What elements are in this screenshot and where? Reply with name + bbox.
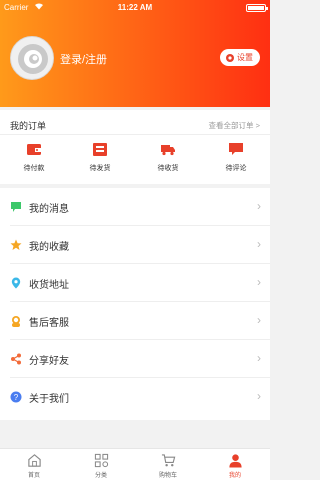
menu-item-label: 收货地址 <box>29 280 69 291</box>
battery-icon <box>246 4 268 12</box>
status-bar: Carrier 11:22 AM <box>0 0 270 14</box>
chevron-right-icon: › <box>257 389 261 403</box>
comment-icon <box>229 143 243 155</box>
menu-item-customer-service[interactable]: 售后客服 › <box>0 302 270 340</box>
tab-home[interactable]: 首页 <box>14 453 54 479</box>
orders-title: 我的订单 <box>10 121 47 131</box>
menu-item-label: 我的消息 <box>29 204 69 215</box>
login-register-link[interactable]: 登录/注册 <box>60 51 107 67</box>
cart-icon <box>161 454 175 467</box>
tab-category[interactable]: 分类 <box>81 453 121 479</box>
chevron-right-icon: › <box>257 275 261 289</box>
menu-item-label: 售后客服 <box>29 318 69 329</box>
status-time: 11:22 AM <box>117 3 153 12</box>
question-icon: ? <box>10 391 22 403</box>
menu-item-label: 我的收藏 <box>29 242 69 253</box>
settings-button[interactable]: 设置 <box>220 49 260 66</box>
profile-menu: 我的消息 › 我的收藏 › 收货地址 › 售后客服 › 分享好友 › ? 关于我… <box>0 188 270 420</box>
order-item-label: 待评论 <box>225 165 247 172</box>
message-icon <box>11 202 21 212</box>
orders-header: 我的订单 查看全部订单 > <box>0 110 270 135</box>
wallet-icon <box>27 144 41 155</box>
share-icon <box>11 353 21 365</box>
menu-item-messages[interactable]: 我的消息 › <box>0 188 270 226</box>
gear-icon <box>225 53 235 63</box>
profile-header: Carrier 11:22 AM 登录/注册 设置 <box>0 0 270 107</box>
tab-cart[interactable]: 购物车 <box>148 453 188 479</box>
order-pending-receipt[interactable]: 待收货 <box>138 141 198 173</box>
svg-text:?: ? <box>14 393 19 402</box>
order-item-label: 待发货 <box>89 165 111 172</box>
menu-item-favorites[interactable]: 我的收藏 › <box>0 226 270 264</box>
home-icon <box>27 454 41 467</box>
order-pending-review[interactable]: 待评论 <box>206 141 266 173</box>
tab-profile[interactable]: 我的 <box>215 453 255 479</box>
category-icon <box>94 453 108 468</box>
tab-label: 分类 <box>94 473 107 479</box>
order-item-label: 待付款 <box>23 165 45 172</box>
order-item-label: 待收货 <box>157 165 179 172</box>
chevron-right-icon: › <box>257 351 261 365</box>
order-pending-shipment[interactable]: 待发货 <box>70 141 130 173</box>
customer-service-icon <box>12 316 20 327</box>
chevron-right-icon: › <box>257 199 261 213</box>
view-all-orders-link[interactable]: 查看全部订单 > <box>209 120 260 131</box>
menu-item-share[interactable]: 分享好友 › <box>0 340 270 378</box>
tab-bar: 首页 分类 购物车 我的 <box>0 448 270 480</box>
order-pending-payment[interactable]: 待付款 <box>4 141 64 173</box>
location-icon <box>11 277 21 289</box>
tab-label: 购物车 <box>158 473 177 479</box>
settings-label: 设置 <box>237 53 253 62</box>
menu-item-label: 分享好友 <box>29 356 69 367</box>
package-icon <box>93 143 107 156</box>
avatar-placeholder-icon <box>18 44 48 74</box>
menu-item-address[interactable]: 收货地址 › <box>0 264 270 302</box>
my-orders-card: 我的订单 查看全部订单 > 待付款 待发货 待收货 待评论 <box>0 110 270 184</box>
truck-icon <box>161 145 175 156</box>
avatar[interactable] <box>10 36 54 80</box>
tab-label: 首页 <box>27 473 40 479</box>
menu-item-about[interactable]: ? 关于我们 › <box>0 378 270 416</box>
chevron-right-icon: › <box>257 313 261 327</box>
star-icon <box>10 239 22 250</box>
tab-label: 我的 <box>228 473 241 479</box>
menu-item-label: 关于我们 <box>29 394 69 405</box>
chevron-right-icon: › <box>257 237 261 251</box>
profile-icon <box>228 454 242 468</box>
